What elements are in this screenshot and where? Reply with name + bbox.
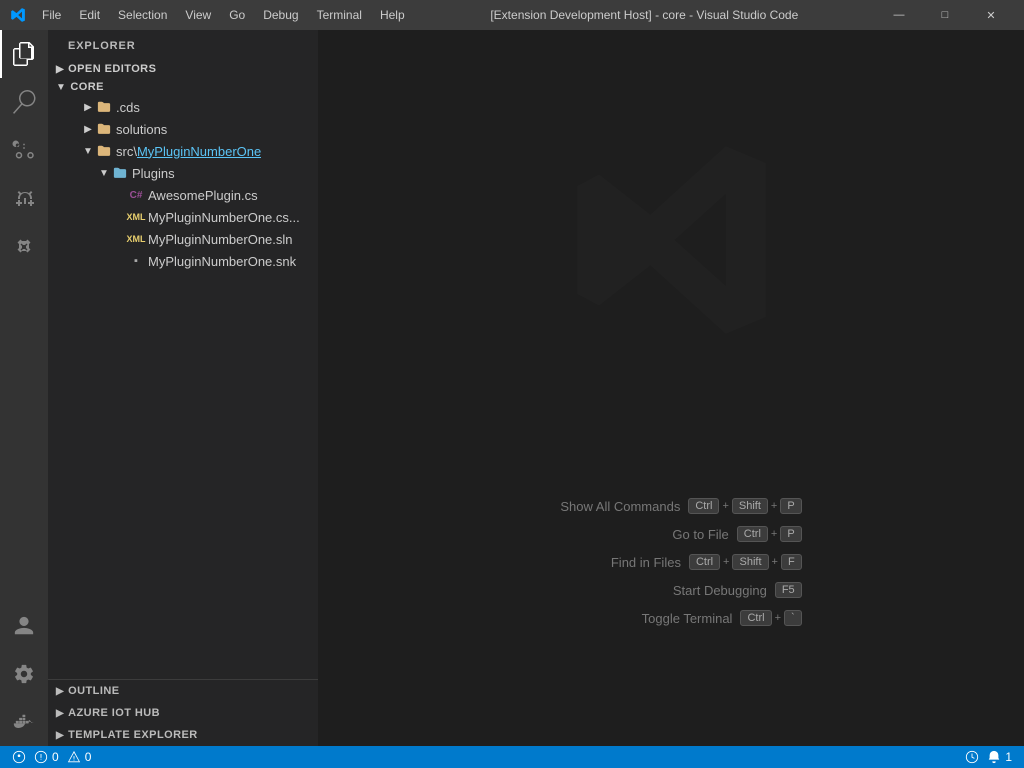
folder-plugins-icon bbox=[112, 165, 128, 181]
activity-debug-icon[interactable] bbox=[0, 174, 48, 222]
folder-solutions-arrow bbox=[80, 121, 96, 137]
outline-chevron: ▶ bbox=[56, 686, 64, 697]
statusbar-errors[interactable]: 0 bbox=[30, 750, 63, 764]
close-button[interactable]: ✕ bbox=[968, 0, 1014, 30]
menu-go[interactable]: Go bbox=[221, 6, 253, 24]
titlebar: File Edit Selection View Go Debug Termin… bbox=[0, 0, 1024, 30]
shortcut-terminal-label: Toggle Terminal bbox=[592, 611, 732, 626]
shortcut-show-all-keys: Ctrl + Shift + P bbox=[688, 498, 801, 514]
template-explorer-section[interactable]: ▶ TEMPLATE EXPLORER bbox=[48, 724, 318, 746]
sidebar-content: ▶ OPEN EDITORS ▼ CORE .cds bbox=[48, 60, 318, 679]
folder-cds-arrow bbox=[80, 99, 96, 115]
folder-solutions-label: solutions bbox=[116, 122, 167, 137]
statusbar-left: 0 0 bbox=[8, 750, 95, 764]
statusbar-remote-icon[interactable] bbox=[8, 750, 30, 764]
file-myplugin-cs-label: MyPluginNumberOne.cs... bbox=[148, 210, 300, 225]
file-myplugin-snk-label: MyPluginNumberOne.snk bbox=[148, 254, 296, 269]
sidebar: EXPLORER ▶ OPEN EDITORS ▼ CORE .cds bbox=[48, 30, 318, 746]
file-myplugin-snk[interactable]: ▪ MyPluginNumberOne.snk bbox=[48, 250, 318, 272]
activity-extensions-icon[interactable] bbox=[0, 222, 48, 270]
menu-terminal[interactable]: Terminal bbox=[309, 6, 370, 24]
menu-help[interactable]: Help bbox=[372, 6, 413, 24]
file-awesomeplugin-icon: C# bbox=[128, 187, 144, 203]
menu-file[interactable]: File bbox=[34, 6, 69, 24]
folder-solutions[interactable]: solutions bbox=[48, 118, 318, 140]
folder-cds-label: .cds bbox=[116, 100, 140, 115]
menu-bar: File Edit Selection View Go Debug Termin… bbox=[34, 6, 413, 24]
template-explorer-chevron: ▶ bbox=[56, 730, 64, 741]
main-layout: EXPLORER ▶ OPEN EDITORS ▼ CORE .cds bbox=[0, 30, 1024, 746]
outline-section[interactable]: ▶ OUTLINE bbox=[48, 680, 318, 702]
menu-edit[interactable]: Edit bbox=[71, 6, 108, 24]
folder-src-myplugin[interactable]: src\MyPluginNumberOne bbox=[48, 140, 318, 162]
folder-solutions-icon bbox=[96, 121, 112, 137]
shortcut-terminal-keys: Ctrl + ` bbox=[740, 610, 801, 626]
menu-view[interactable]: View bbox=[177, 6, 219, 24]
folder-src-icon bbox=[96, 143, 112, 159]
shortcut-find-keys: Ctrl + Shift + F bbox=[689, 554, 802, 570]
file-myplugin-snk-icon: ▪ bbox=[128, 253, 144, 269]
azure-iot-hub-section[interactable]: ▶ AZURE IOT HUB bbox=[48, 702, 318, 724]
folder-src-label: src\MyPluginNumberOne bbox=[116, 144, 261, 159]
file-myplugin-sln-label: MyPluginNumberOne.sln bbox=[148, 232, 293, 247]
file-awesomeplugin[interactable]: C# AwesomePlugin.cs bbox=[48, 184, 318, 206]
activity-source-control-icon[interactable] bbox=[0, 126, 48, 174]
statusbar-warnings[interactable]: 0 bbox=[63, 750, 96, 764]
activity-account-icon[interactable] bbox=[0, 602, 48, 650]
shortcut-show-all-commands: Show All Commands Ctrl + Shift + P bbox=[540, 498, 801, 514]
menu-debug[interactable]: Debug bbox=[255, 6, 306, 24]
shortcut-debug-keys: F5 bbox=[775, 582, 802, 598]
folder-cds[interactable]: .cds bbox=[48, 96, 318, 118]
activity-settings-icon[interactable] bbox=[0, 650, 48, 698]
sidebar-header: EXPLORER bbox=[48, 30, 318, 60]
window-controls: — □ ✕ bbox=[876, 0, 1014, 30]
editor-area: Show All Commands Ctrl + Shift + P Go to… bbox=[318, 30, 1024, 746]
activity-explorer-icon[interactable] bbox=[0, 30, 48, 78]
statusbar: 0 0 1 bbox=[0, 746, 1024, 768]
statusbar-notifications[interactable]: 1 bbox=[983, 750, 1016, 764]
vscode-logo-icon bbox=[10, 7, 26, 23]
shortcut-go-to-label: Go to File bbox=[589, 527, 729, 542]
shortcut-debug-label: Start Debugging bbox=[627, 583, 767, 598]
shortcut-find-in-files: Find in Files Ctrl + Shift + F bbox=[540, 554, 801, 570]
file-awesomeplugin-label: AwesomePlugin.cs bbox=[148, 188, 258, 203]
file-myplugin-cs-icon: XML bbox=[128, 209, 144, 225]
open-editors-section[interactable]: ▶ OPEN EDITORS bbox=[48, 60, 318, 78]
shortcut-toggle-terminal: Toggle Terminal Ctrl + ` bbox=[540, 610, 801, 626]
file-myplugin-sln[interactable]: XML MyPluginNumberOne.sln bbox=[48, 228, 318, 250]
file-myplugin-cs[interactable]: XML MyPluginNumberOne.cs... bbox=[48, 206, 318, 228]
menu-selection[interactable]: Selection bbox=[110, 6, 175, 24]
file-myplugin-sln-icon: XML bbox=[128, 231, 144, 247]
vscode-watermark-icon bbox=[561, 130, 781, 350]
shortcut-start-debugging: Start Debugging F5 bbox=[540, 582, 801, 598]
folder-plugins-arrow bbox=[96, 165, 112, 181]
sidebar-bottom: ▶ OUTLINE ▶ AZURE IOT HUB ▶ TEMPLATE EXP… bbox=[48, 679, 318, 746]
folder-cds-icon bbox=[96, 99, 112, 115]
minimize-button[interactable]: — bbox=[876, 0, 922, 30]
activity-search-icon[interactable] bbox=[0, 78, 48, 126]
shortcuts-panel: Show All Commands Ctrl + Shift + P Go to… bbox=[540, 498, 801, 626]
folder-src-arrow bbox=[80, 143, 96, 159]
core-section[interactable]: ▼ CORE bbox=[48, 78, 318, 96]
maximize-button[interactable]: □ bbox=[922, 0, 968, 30]
activity-bar bbox=[0, 30, 48, 746]
azure-chevron: ▶ bbox=[56, 708, 64, 719]
folder-plugins[interactable]: Plugins bbox=[48, 162, 318, 184]
window-title: [Extension Development Host] - core - Vi… bbox=[413, 8, 876, 22]
shortcut-go-to-keys: Ctrl + P bbox=[737, 526, 802, 542]
shortcut-show-all-label: Show All Commands bbox=[540, 499, 680, 514]
statusbar-right: 1 bbox=[961, 750, 1016, 764]
activity-docker-icon[interactable] bbox=[0, 698, 48, 746]
folder-plugins-label: Plugins bbox=[132, 166, 175, 181]
shortcut-go-to-file: Go to File Ctrl + P bbox=[540, 526, 801, 542]
statusbar-clock[interactable] bbox=[961, 750, 983, 764]
shortcut-find-label: Find in Files bbox=[541, 555, 681, 570]
